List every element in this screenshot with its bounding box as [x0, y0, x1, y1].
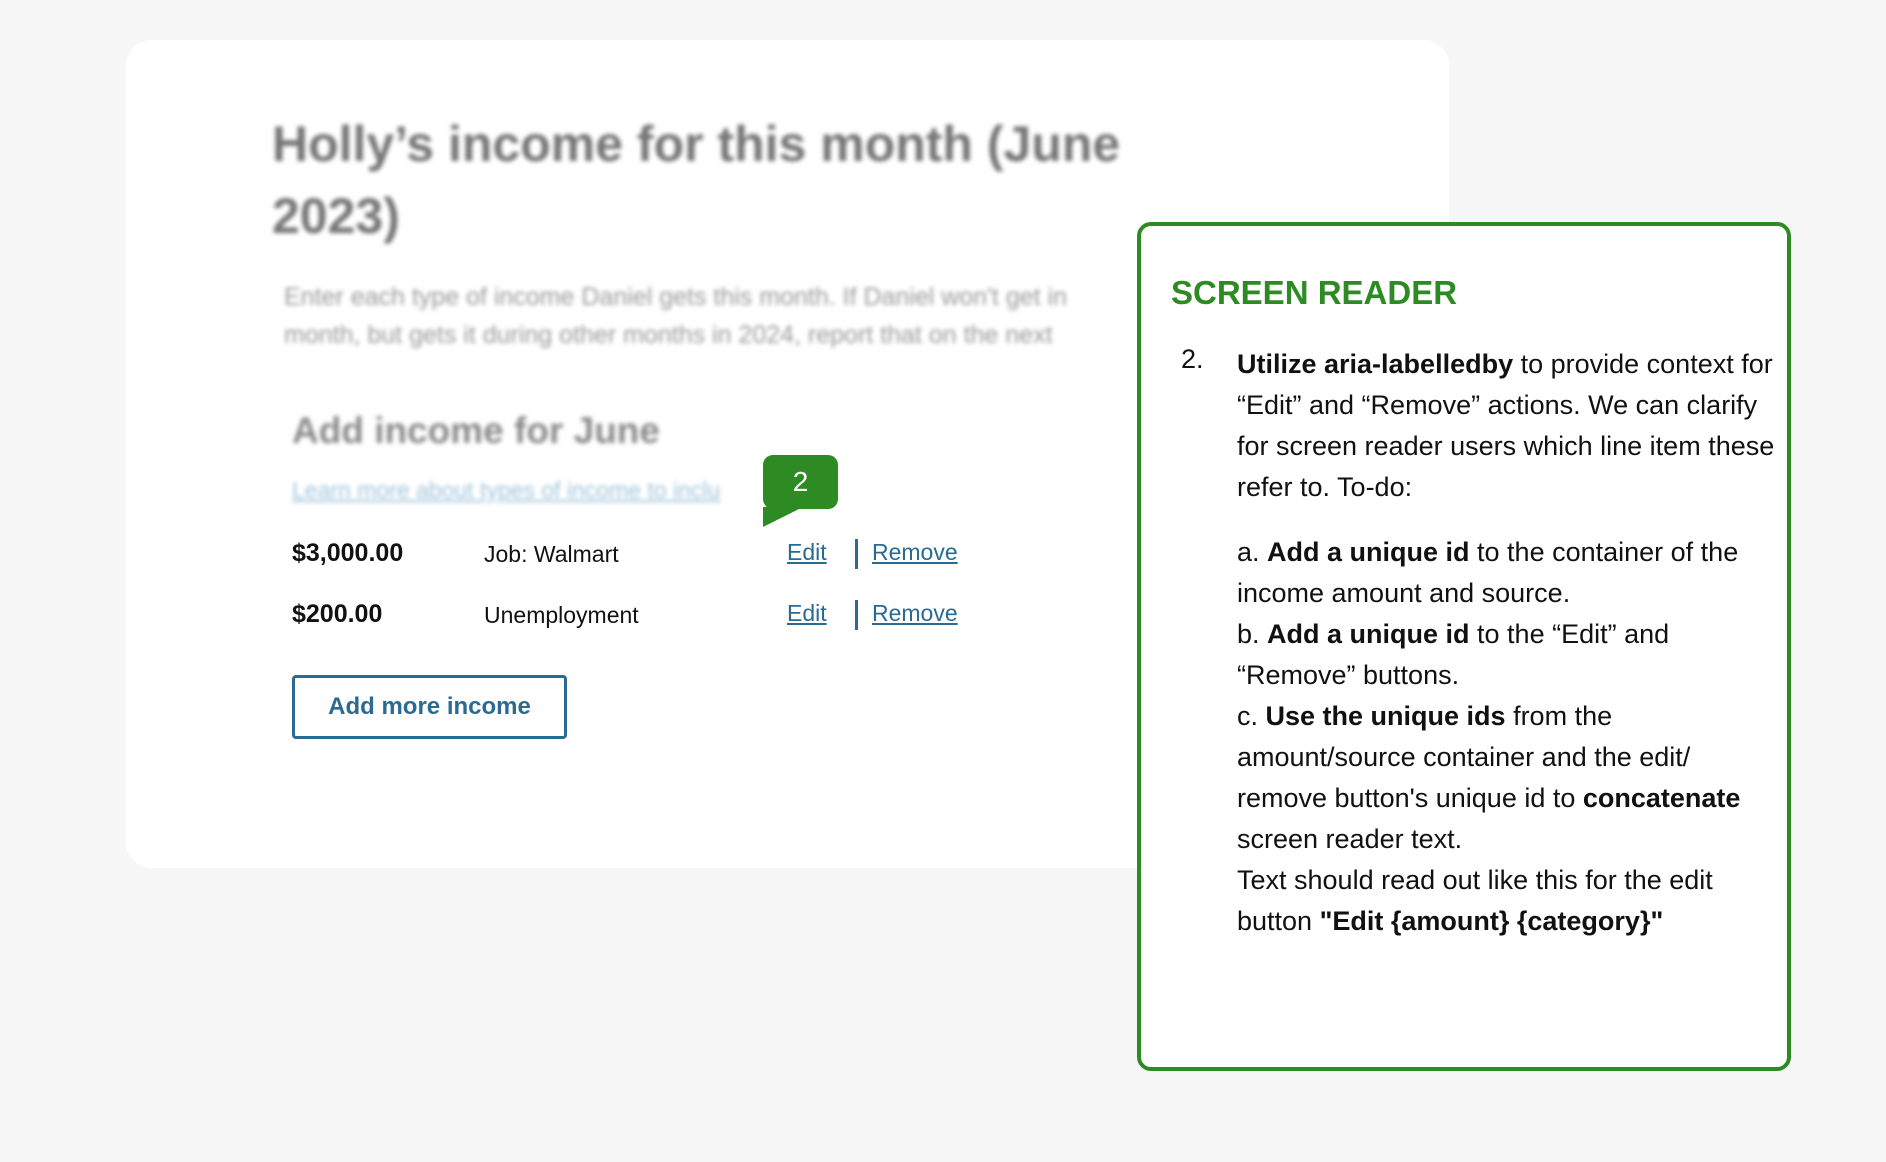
- note-heading: SCREEN READER: [1171, 274, 1458, 311]
- add-more-income-button[interactable]: Add more income: [292, 675, 567, 739]
- intro-text: Enter each type of income Daniel gets th…: [284, 278, 1144, 354]
- edit-button[interactable]: Edit: [787, 539, 827, 566]
- income-source: Job: Walmart: [484, 541, 619, 567]
- edit-button[interactable]: Edit: [787, 600, 827, 627]
- annotation-marker: 2: [763, 455, 838, 527]
- todo-item-c: c. Use the unique ids from the amount/so…: [1237, 696, 1777, 860]
- income-amount: $200.00: [292, 600, 383, 628]
- income-row: $200.00 Unemployment Edit Remove: [292, 596, 992, 636]
- todo-a-prefix: a.: [1237, 537, 1268, 567]
- intro-line-1: Enter each type of income Daniel gets th…: [284, 283, 1067, 311]
- action-separator: [855, 600, 858, 630]
- remove-button[interactable]: Remove: [872, 539, 958, 566]
- todo-b-prefix: b.: [1237, 619, 1268, 649]
- todo-item-b: b. Add a unique id to the “Edit” and “Re…: [1237, 614, 1777, 696]
- todo-b-bold: Add a unique id: [1267, 619, 1470, 649]
- learn-more-link[interactable]: Learn more about types of income to incl…: [292, 477, 720, 504]
- todo-c-end: screen reader text.: [1237, 824, 1463, 854]
- income-row: $3,000.00 Job: Walmart Edit Remove: [292, 535, 992, 575]
- todo-a-bold: Add a unique id: [1267, 537, 1470, 567]
- remove-button[interactable]: Remove: [872, 600, 958, 627]
- note-intro: Utilize aria-labelledby to provide conte…: [1237, 344, 1777, 508]
- income-amount: $3,000.00: [292, 539, 404, 567]
- todo-item-a: a. Add a unique id to the container of t…: [1237, 532, 1777, 614]
- note-item-number: 2.: [1181, 344, 1204, 374]
- todo-c-bold: Use the unique ids: [1265, 701, 1506, 731]
- page-title: Holly’s income for this month (June 2023…: [272, 116, 1121, 244]
- action-separator: [855, 539, 858, 569]
- note-body: Utilize aria-labelledby to provide conte…: [1237, 344, 1777, 942]
- screen-reader-note: SCREEN READER 2. Utilize aria-labelledby…: [1137, 222, 1791, 1071]
- todo-list: a. Add a unique id to the container of t…: [1237, 532, 1777, 860]
- note-intro-bold: Utilize aria-labelledby: [1237, 349, 1514, 379]
- section-title: Add income for June: [292, 410, 660, 451]
- todo-c-prefix: c.: [1237, 701, 1266, 731]
- income-source: Unemployment: [484, 602, 639, 628]
- note-closing: Text should read out like this for the e…: [1237, 860, 1777, 942]
- intro-line-2: month, but gets it during other months i…: [284, 321, 1053, 349]
- todo-c-bold2: concatenate: [1582, 783, 1741, 813]
- closing-bold: "Edit {amount} {category}": [1319, 906, 1664, 936]
